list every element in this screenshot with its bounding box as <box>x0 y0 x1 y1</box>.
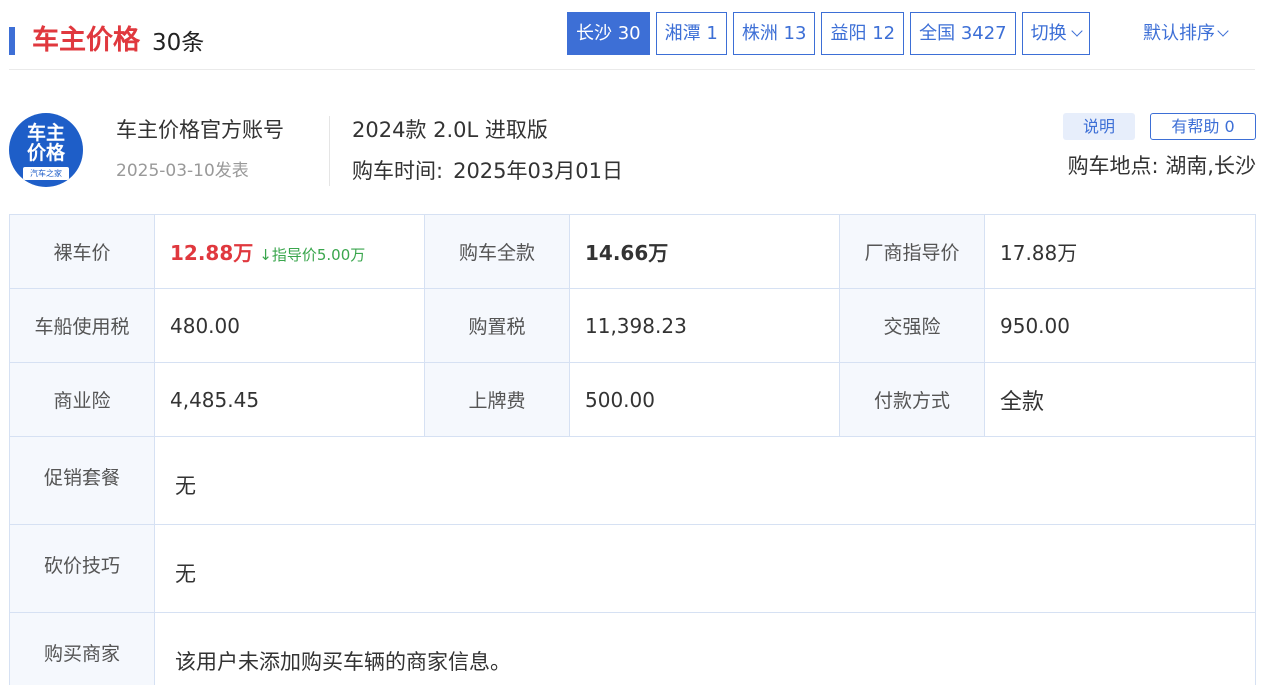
bargain-tips-value: 无 <box>154 524 1256 613</box>
purchase-time: 购车时间: 2025年03月01日 <box>352 157 623 185</box>
avatar[interactable]: 车主 价格 汽车之家 <box>9 113 83 187</box>
title-accent-bar <box>9 27 15 55</box>
table-row: 商业险 4,485.45 上牌费 500.00 付款方式 全款 <box>9 362 1256 437</box>
city-tabs: 长沙 30 湘潭 1 株洲 13 益阳 12 全国 3427 切换 <box>567 12 1090 55</box>
guide-price-drop: ↓指导价5.00万 <box>259 246 366 264</box>
commercial-insurance-label: 商业险 <box>9 362 155 437</box>
compulsory-insurance-label: 交强险 <box>839 288 985 363</box>
plate-fee-value: 500.00 <box>569 362 840 437</box>
helpful-button[interactable]: 有帮助 0 <box>1150 113 1256 140</box>
full-price-value: 14.66万 <box>569 214 840 289</box>
switch-city-label: 切换 <box>1030 23 1067 44</box>
msrp-value: 17.88万 <box>984 214 1256 289</box>
dealer-value: 该用户未添加购买车辆的商家信息。 <box>154 612 1256 685</box>
avatar-logo-text: 车主 价格 <box>26 122 65 164</box>
chevron-down-icon <box>1070 25 1083 37</box>
author-name[interactable]: 车主价格官方账号 <box>116 116 284 144</box>
table-row: 裸车价 12.88万 ↓指导价5.00万 购车全款 14.66万 厂商指导价 17… <box>9 214 1256 289</box>
sort-label: 默认排序 <box>1143 23 1215 44</box>
payment-method-label: 付款方式 <box>839 362 985 437</box>
sort-dropdown[interactable]: 默认排序 <box>1143 12 1229 55</box>
city-tab-national[interactable]: 全国 3427 <box>910 12 1016 55</box>
bargain-tips-label: 砍价技巧 <box>9 524 155 613</box>
city-tab-yiyang[interactable]: 益阳 12 <box>821 12 905 55</box>
city-tab-xiangtan[interactable]: 湘潭 1 <box>655 12 727 55</box>
info-divider <box>329 116 330 186</box>
compulsory-insurance-value: 950.00 <box>984 288 1256 363</box>
result-count: 30条 <box>152 30 205 56</box>
header-divider <box>9 69 1255 70</box>
table-row: 购买商家 该用户未添加购买车辆的商家信息。 <box>9 612 1256 685</box>
purchase-time-label: 购车时间: <box>352 159 444 183</box>
commercial-insurance-value: 4,485.45 <box>154 362 425 437</box>
bare-price-value: 12.88万 <box>170 241 254 265</box>
table-row: 砍价技巧 无 <box>9 524 1256 613</box>
chevron-down-icon <box>1217 25 1229 37</box>
city-tab-zhuzhou[interactable]: 株洲 13 <box>732 12 816 55</box>
purchase-tax-value: 11,398.23 <box>569 288 840 363</box>
bare-price-cell: 12.88万 ↓指导价5.00万 <box>154 214 425 289</box>
promotion-label: 促销套餐 <box>9 436 155 525</box>
promotion-value: 无 <box>154 436 1256 525</box>
purchase-location: 购车地点: 湖南,长沙 <box>1067 154 1256 178</box>
vessel-tax-label: 车船使用税 <box>9 288 155 363</box>
table-row: 促销套餐 无 <box>9 436 1256 525</box>
avatar-logo-subtext: 汽车之家 <box>23 167 69 180</box>
price-table: 裸车价 12.88万 ↓指导价5.00万 购车全款 14.66万 厂商指导价 17… <box>9 214 1256 685</box>
explain-button[interactable]: 说明 <box>1063 113 1135 140</box>
section-header: 车主价格 30条 长沙 30 湘潭 1 株洲 13 益阳 12 全国 3427 … <box>0 0 1268 70</box>
table-row: 车船使用税 480.00 购置税 11,398.23 交强险 950.00 <box>9 288 1256 363</box>
purchase-time-value: 2025年03月01日 <box>453 159 623 183</box>
car-model: 2024款 2.0L 进取版 <box>352 118 548 142</box>
plate-fee-label: 上牌费 <box>424 362 570 437</box>
payment-method-value: 全款 <box>984 362 1256 437</box>
post-date: 2025-03-10发表 <box>116 161 249 181</box>
vessel-tax-value: 480.00 <box>154 288 425 363</box>
bare-price-label: 裸车价 <box>9 214 155 289</box>
city-tab-changsha[interactable]: 长沙 30 <box>567 12 650 55</box>
section-title: 车主价格 <box>32 25 140 56</box>
purchase-tax-label: 购置税 <box>424 288 570 363</box>
msrp-label: 厂商指导价 <box>839 214 985 289</box>
dealer-label: 购买商家 <box>9 612 155 685</box>
full-price-label: 购车全款 <box>424 214 570 289</box>
switch-city-button[interactable]: 切换 <box>1021 12 1090 55</box>
